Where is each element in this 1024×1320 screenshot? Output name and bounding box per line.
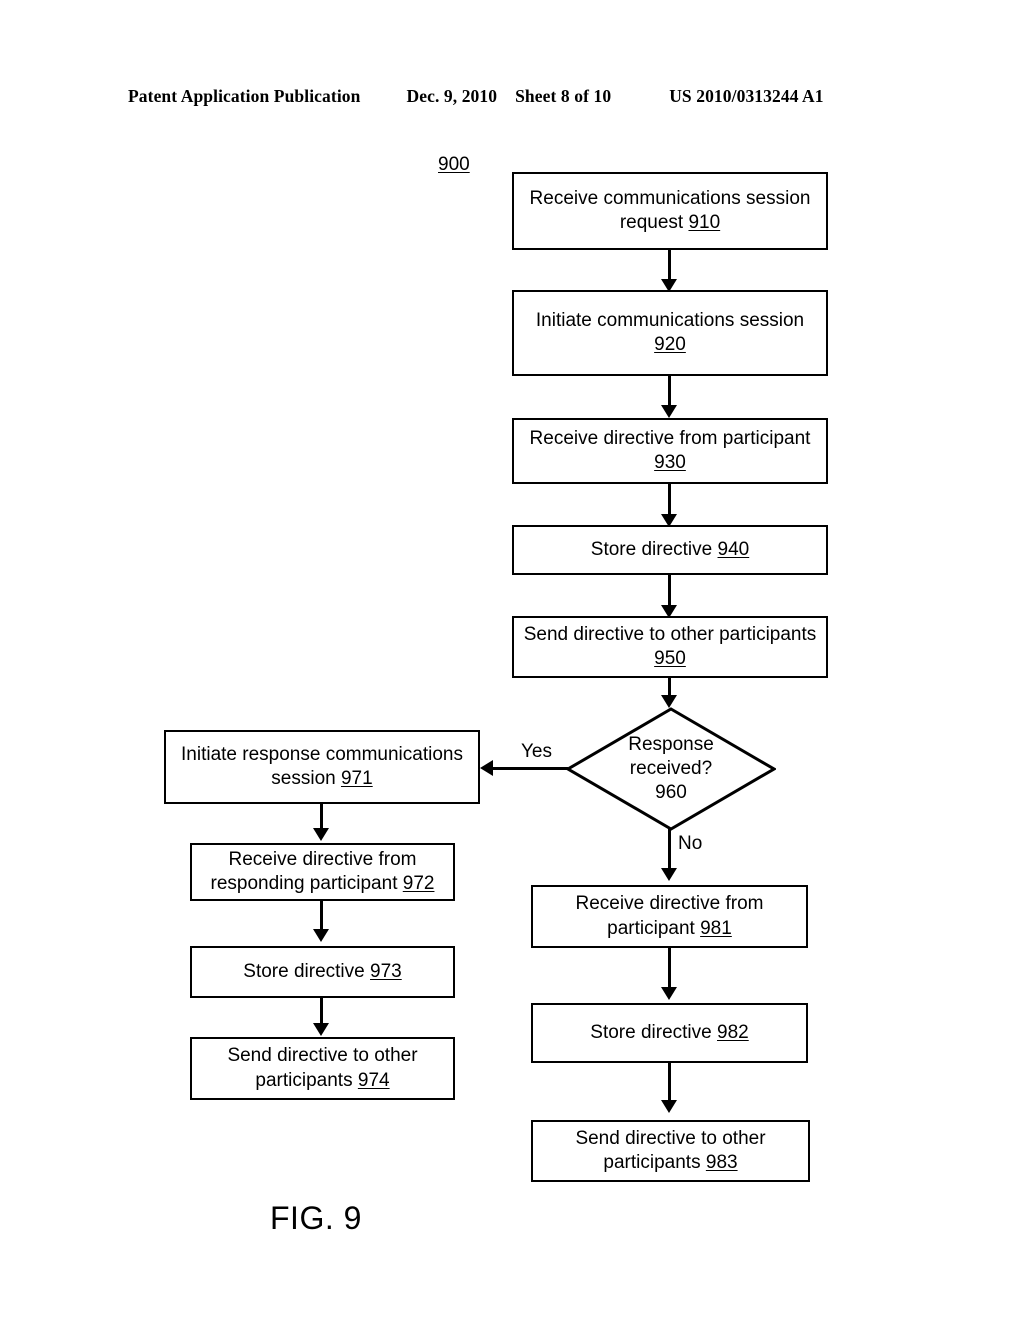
arrowhead-960-yes-to-971 xyxy=(480,760,493,776)
flow-node-973: Store directive 973 xyxy=(190,946,455,998)
flow-node-971-number: 971 xyxy=(340,768,373,789)
flow-node-981: Receive directive from participant 981 xyxy=(531,885,808,948)
arrowhead-960-no-to-981 xyxy=(661,868,677,881)
connector-981-to-982 xyxy=(668,948,671,990)
flow-node-983-line2: participants xyxy=(603,1152,706,1173)
flow-node-950: Send directive to other participants 950 xyxy=(512,616,828,678)
connector-960-yes-to-971 xyxy=(493,767,568,770)
flow-node-972-number: 972 xyxy=(402,873,435,894)
flow-node-920-line1: Initiate communications session xyxy=(535,309,805,331)
flow-node-940: Store directive 940 xyxy=(512,525,828,575)
connector-982-to-983 xyxy=(668,1063,671,1103)
connector-960-no-to-981 xyxy=(668,829,671,871)
connector-971-to-972 xyxy=(320,804,323,830)
flow-node-974-line2: participants xyxy=(255,1069,358,1091)
connector-972-to-973 xyxy=(320,901,323,931)
flow-node-910-line2: request xyxy=(619,212,689,233)
flow-node-974: Send directive to other participants 974 xyxy=(190,1037,455,1100)
connector-930-to-940 xyxy=(668,484,671,518)
branch-label-yes: Yes xyxy=(521,741,552,762)
branch-label-no: No xyxy=(678,833,703,854)
flow-node-940-number: 940 xyxy=(717,538,750,560)
arrowhead-920-to-930 xyxy=(661,405,677,418)
flow-node-982: Store directive 982 xyxy=(531,1003,808,1063)
flow-node-971-line2: session xyxy=(271,768,341,789)
flow-node-974-number: 974 xyxy=(357,1069,390,1091)
connector-973-to-974 xyxy=(320,998,323,1026)
flow-node-973-number: 973 xyxy=(370,960,402,982)
flow-node-973-line1: Store directive xyxy=(243,960,371,982)
flow-node-971: Initiate response communications session… xyxy=(164,730,480,804)
flow-node-972-line2: responding participant xyxy=(210,873,403,894)
header-date: Dec. 9, 2010 xyxy=(406,86,498,106)
diagram-reference-900: 900 xyxy=(438,154,470,175)
flow-node-974-line1: Send directive to other xyxy=(227,1045,418,1067)
flow-node-910: Receive communications session request 9… xyxy=(512,172,828,250)
header-patent-number: US 2010/0313244 A1 xyxy=(669,86,824,106)
page-header: Patent Application Publication Dec. 9, 2… xyxy=(128,86,896,110)
flow-node-981-number: 981 xyxy=(700,917,732,939)
flow-node-982-number: 982 xyxy=(717,1021,749,1043)
connector-940-to-950 xyxy=(668,575,671,609)
flow-node-983: Send directive to other participants 983 xyxy=(531,1120,810,1182)
flow-node-971-line1: Initiate response communications xyxy=(181,743,463,765)
arrowhead-981-to-982 xyxy=(661,987,677,1000)
flow-decision-960: Response received? 960 xyxy=(566,707,776,831)
flow-node-983-line1: Send directive to other xyxy=(575,1127,766,1149)
flow-node-940-line1: Store directive xyxy=(590,538,718,560)
figure-caption: FIG. 9 xyxy=(270,1200,362,1236)
flow-node-910-number: 910 xyxy=(688,212,721,233)
flow-node-950-line1: Send directive to other participants xyxy=(523,623,817,645)
flow-node-910-line1: Receive communications session xyxy=(529,187,811,209)
flow-node-950-number: 950 xyxy=(654,648,686,669)
flow-node-972-line1: Receive directive from xyxy=(228,848,417,870)
arrowhead-971-to-972 xyxy=(313,828,329,841)
arrowhead-982-to-983 xyxy=(661,1100,677,1113)
flow-node-930-number: 930 xyxy=(654,452,686,473)
flow-node-920: Initiate communications session 920 xyxy=(512,290,828,376)
arrowhead-973-to-974 xyxy=(313,1023,329,1036)
flow-node-981-line2: participant xyxy=(607,917,701,939)
diamond-shape-icon xyxy=(566,707,776,831)
arrowhead-972-to-973 xyxy=(313,929,329,942)
flow-node-981-line1: Receive directive from xyxy=(575,893,764,915)
header-sheet-number: Sheet 8 of 10 xyxy=(515,86,612,106)
flow-node-920-number: 920 xyxy=(654,334,686,355)
flow-node-982-line1: Store directive xyxy=(590,1021,718,1043)
flow-node-983-number: 983 xyxy=(705,1152,738,1173)
flow-node-930-line1: Receive directive from participant xyxy=(529,427,811,449)
header-publication: Patent Application Publication xyxy=(128,86,361,106)
flow-node-930: Receive directive from participant 930 xyxy=(512,418,828,484)
flow-node-972: Receive directive from responding partic… xyxy=(190,843,455,901)
